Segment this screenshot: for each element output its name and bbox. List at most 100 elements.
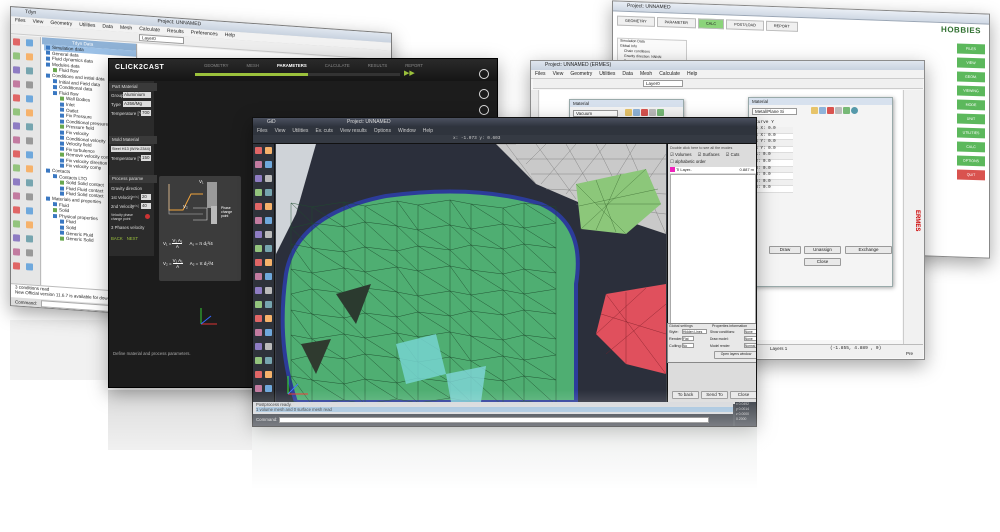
- tool-icon[interactable]: [255, 371, 262, 378]
- tool-icon[interactable]: [26, 39, 33, 47]
- mold-type-select[interactable]: Steel H13 (W.Nr.2344): [111, 146, 151, 152]
- tool-icon[interactable]: [265, 357, 272, 364]
- play-icon[interactable]: ▶▶: [404, 69, 415, 77]
- menu-item[interactable]: Utilities: [292, 128, 308, 134]
- hobbies-geom-button[interactable]: GEOM.: [957, 71, 985, 83]
- tool-icon[interactable]: [13, 192, 20, 200]
- tab-calculate[interactable]: CALCULATE: [316, 63, 359, 71]
- tool-icon[interactable]: [13, 52, 20, 60]
- hobbies-options-button[interactable]: OPTIONS: [957, 155, 985, 167]
- tool-icon[interactable]: [265, 231, 272, 238]
- ermes-layer-select[interactable]: Layer0: [643, 80, 683, 87]
- style-select[interactable]: Hidden Lines: [682, 329, 707, 334]
- hobbies-utilities-button[interactable]: UTILITIES: [957, 127, 985, 139]
- menu-item[interactable]: View results: [340, 128, 367, 134]
- cuts-checkbox[interactable]: ☑ Cuts: [726, 152, 740, 158]
- tool-icon[interactable]: [265, 343, 272, 350]
- tool-icon[interactable]: [265, 189, 272, 196]
- menu-item[interactable]: View: [553, 71, 564, 77]
- hobbies-tab[interactable]: PARAMETER: [656, 16, 697, 29]
- tool-icon[interactable]: [26, 81, 33, 89]
- mold-temperature-input[interactable]: 150: [141, 155, 151, 161]
- menu-item[interactable]: View: [33, 19, 44, 26]
- menu-item[interactable]: Ev. cuts: [315, 128, 332, 134]
- assign-icon[interactable]: [811, 107, 818, 114]
- tool-icon[interactable]: [265, 287, 272, 294]
- tool-icon[interactable]: [255, 161, 262, 168]
- phase-change-marker-icon[interactable]: [145, 214, 150, 219]
- tool-icon[interactable]: [255, 217, 262, 224]
- hobbies-quit-button[interactable]: QUIT: [957, 169, 985, 181]
- menu-item[interactable]: Files: [15, 17, 26, 24]
- hobbies-tab[interactable]: CALC: [698, 18, 725, 30]
- hobbies-view-button[interactable]: VIEW: [957, 57, 985, 69]
- tool-icon[interactable]: [255, 287, 262, 294]
- tool-icon[interactable]: [265, 203, 272, 210]
- next-button[interactable]: NEXT: [127, 236, 138, 243]
- hobbies-viewing-button[interactable]: VIEWING: [957, 85, 985, 97]
- tool-icon[interactable]: [255, 329, 262, 336]
- tool-icon[interactable]: [13, 164, 20, 172]
- settings-icon[interactable]: [479, 69, 489, 79]
- layer-list[interactable]: [670, 174, 756, 324]
- menu-item[interactable]: Data: [102, 23, 113, 30]
- tool-icon[interactable]: [255, 175, 262, 182]
- ermes-material-select[interactable]: Vacuum: [573, 110, 618, 117]
- velocity1-input[interactable]: 20: [141, 194, 151, 200]
- menu-item[interactable]: Files: [257, 128, 268, 134]
- accept-icon[interactable]: [657, 109, 664, 116]
- menu-item[interactable]: Help: [423, 128, 433, 134]
- tool-icon[interactable]: [26, 109, 33, 117]
- tool-icon[interactable]: [26, 263, 33, 271]
- menu-item[interactable]: Data: [622, 71, 633, 77]
- menu-item[interactable]: Window: [398, 128, 416, 134]
- tool-icon[interactable]: [13, 38, 20, 46]
- list-icon[interactable]: [835, 107, 842, 114]
- tool-icon[interactable]: [255, 203, 262, 210]
- tool-icon[interactable]: [13, 262, 20, 270]
- hobbies-unit-button[interactable]: UNIT: [957, 113, 985, 125]
- tool-icon[interactable]: [255, 273, 262, 280]
- tool-icon[interactable]: [13, 220, 20, 228]
- hobbies-tab[interactable]: GEOMETRY: [617, 15, 655, 27]
- info-icon[interactable]: [479, 105, 489, 115]
- tool-icon[interactable]: [26, 95, 33, 103]
- list-item[interactable]: h2: 0.0: [753, 159, 793, 167]
- unassign-button[interactable]: Unassign: [804, 246, 841, 254]
- tool-icon[interactable]: [265, 273, 272, 280]
- volumes-checkbox[interactable]: ☑ Volumes: [670, 152, 692, 158]
- delete-icon[interactable]: [827, 107, 834, 114]
- hobbies-tab[interactable]: POST/LOAD: [726, 19, 764, 31]
- tool-icon[interactable]: [26, 123, 33, 131]
- tool-icon[interactable]: [265, 217, 272, 224]
- tdyn-layer-select[interactable]: Layer0: [139, 34, 184, 45]
- tool-icon[interactable]: [255, 315, 262, 322]
- back-button[interactable]: BACK: [111, 236, 123, 243]
- alphabetic-order-checkbox[interactable]: ☐ alphabetic order: [670, 159, 706, 165]
- menu-item[interactable]: Files: [535, 71, 546, 77]
- menu-item[interactable]: Mesh: [120, 25, 132, 32]
- list-icon[interactable]: [649, 109, 656, 116]
- tool-icon[interactable]: [26, 249, 33, 257]
- edit-icon[interactable]: [819, 107, 826, 114]
- menu-item[interactable]: Help: [225, 32, 235, 39]
- mesh-viewport[interactable]: [276, 144, 666, 402]
- menu-item[interactable]: Results: [167, 28, 184, 35]
- tool-icon[interactable]: [26, 193, 33, 201]
- render-select[interactable]: Flat: [682, 336, 694, 341]
- tool-icon[interactable]: [26, 207, 33, 215]
- layer-row[interactable]: Ti Layer.. 0.887 m: [670, 167, 756, 173]
- model-render-select[interactable]: Normal: [744, 343, 756, 348]
- tool-icon[interactable]: [26, 179, 33, 187]
- tool-icon[interactable]: [265, 147, 272, 154]
- tool-icon[interactable]: [255, 357, 262, 364]
- tool-icon[interactable]: [255, 147, 262, 154]
- tool-icon[interactable]: [26, 53, 33, 61]
- tool-icon[interactable]: [13, 94, 20, 102]
- tool-icon[interactable]: [265, 315, 272, 322]
- velocity2-input[interactable]: 40: [141, 203, 151, 209]
- edit-icon[interactable]: [633, 109, 640, 116]
- open-layers-button[interactable]: Open layers window: [714, 351, 756, 359]
- tool-icon[interactable]: [26, 67, 33, 75]
- tool-icon[interactable]: [26, 221, 33, 229]
